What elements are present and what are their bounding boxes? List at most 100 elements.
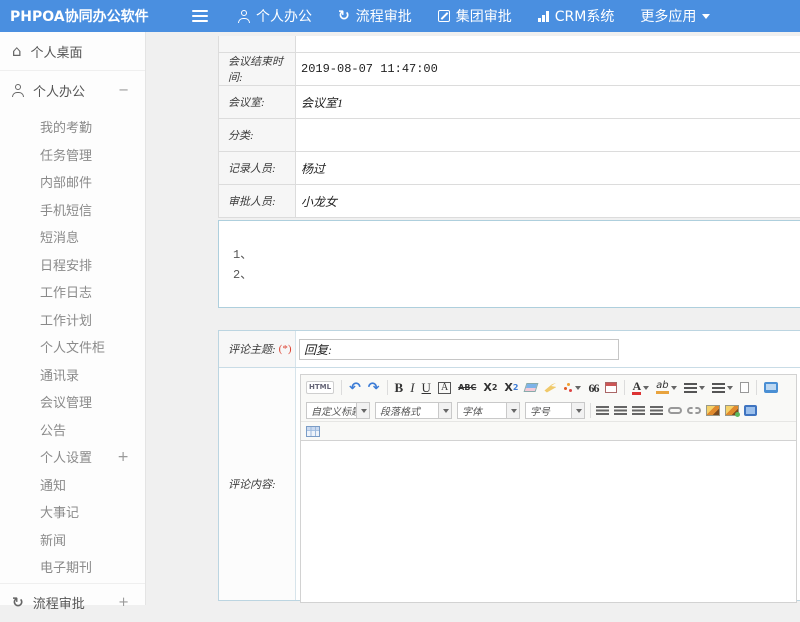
sidebar-subitem-announcement[interactable]: 公告 xyxy=(0,416,145,444)
row-value: 2019-08-07 11:47:00 xyxy=(296,53,800,85)
caret-down-icon xyxy=(671,386,677,390)
content-line: 2、 xyxy=(233,265,800,285)
insert-video-icon[interactable] xyxy=(744,405,757,416)
upload-image-icon[interactable] xyxy=(725,405,739,416)
remove-link-icon[interactable] xyxy=(687,407,701,414)
sidebar-item-label: 通知 xyxy=(40,475,66,494)
sidebar-item-label: 个人桌面 xyxy=(31,42,83,61)
sidebar-item-label: 手机短信 xyxy=(40,200,92,219)
sidebar-subitem-personal-settings[interactable]: 个人设置 + xyxy=(0,443,145,471)
row-recorder: 记录人员: 杨过 xyxy=(219,152,800,185)
sidebar-subitem-mobile-sms[interactable]: 手机短信 xyxy=(0,196,145,224)
sidebar-subitem-news[interactable]: 新闻 xyxy=(0,526,145,554)
sidebar-item-workflow-approval[interactable]: ↻ 流程审批 + xyxy=(0,584,145,622)
sub-base: X xyxy=(504,382,512,393)
sidebar-subitem-e-journal[interactable]: 电子期刊 xyxy=(0,553,145,581)
topbar: PHPOA协同办公软件 个人办公 ↻ 流程审批 集团审批 CRM系统 更多应用 xyxy=(0,0,800,32)
paragraph-format-select[interactable]: 段落格式 xyxy=(375,402,452,419)
sidebar-item-label: 工作计划 xyxy=(40,310,92,329)
meeting-content-box: 1、 2、 xyxy=(218,220,800,308)
row-value xyxy=(296,119,800,151)
sidebar-item-personal-office[interactable]: 个人办公 − xyxy=(0,71,145,109)
expand-icon[interactable]: + xyxy=(118,595,129,610)
editor-toolbar-row1: HTML ↶ ↷ B I U A ABC X2 X2 xyxy=(301,375,796,400)
menu-icon[interactable] xyxy=(192,10,208,22)
insert-image-icon[interactable] xyxy=(706,405,720,416)
font-color-icon[interactable]: A xyxy=(632,380,649,395)
auto-format-icon[interactable] xyxy=(563,383,581,393)
cycle-icon: ↻ xyxy=(338,9,350,23)
sidebar-subitem-attendance[interactable]: 我的考勤 xyxy=(0,113,145,141)
sidebar-subitem-work-plan[interactable]: 工作计划 xyxy=(0,306,145,334)
nav-group-approval[interactable]: 集团审批 xyxy=(438,6,512,26)
superscript-icon[interactable]: X2 xyxy=(483,382,497,393)
font-family-select[interactable]: 字体 xyxy=(457,402,520,419)
nav-workflow-approval[interactable]: ↻ 流程审批 xyxy=(338,6,412,26)
nav-personal-office[interactable]: 个人办公 xyxy=(238,6,312,26)
custom-title-select[interactable]: 自定义标题 xyxy=(306,402,370,419)
row-label: 会议室: xyxy=(219,86,296,118)
font-color-letter: A xyxy=(632,380,641,395)
html-source-button[interactable]: HTML xyxy=(306,381,334,394)
sidebar-subitem-file-cabinet[interactable]: 个人文件柜 xyxy=(0,333,145,361)
ordered-list-icon[interactable] xyxy=(684,383,705,393)
undo-icon[interactable]: ↶ xyxy=(349,381,361,395)
row-label: 评论主题: (*) xyxy=(219,331,296,367)
highlight-letters: ab xyxy=(656,381,668,394)
strikethrough-icon[interactable]: ABC xyxy=(458,384,476,392)
sidebar: ⌂ 个人桌面 个人办公 − 我的考勤 任务管理 内部邮件 手机短信 短消息 日程… xyxy=(0,32,146,605)
format-brush-icon[interactable] xyxy=(544,383,556,393)
select-value: 字号 xyxy=(526,403,571,418)
nav-label: 集团审批 xyxy=(456,6,512,26)
new-page-icon[interactable] xyxy=(740,382,749,393)
sidebar-subitem-work-log[interactable]: 工作日志 xyxy=(0,278,145,306)
sidebar-item-label: 工作日志 xyxy=(40,282,92,301)
sidebar-item-label: 公告 xyxy=(40,420,66,439)
font-size-select[interactable]: 字号 xyxy=(525,402,585,419)
redo-icon[interactable]: ↷ xyxy=(368,381,380,395)
sidebar-subitem-internal-mail[interactable]: 内部邮件 xyxy=(0,168,145,196)
expand-icon[interactable]: + xyxy=(117,449,129,465)
comment-subject-input[interactable] xyxy=(299,339,619,360)
insert-link-icon[interactable] xyxy=(668,407,682,414)
underline-icon[interactable]: U xyxy=(422,381,431,394)
subscript-icon[interactable]: X2 xyxy=(504,382,518,393)
nav-more-apps[interactable]: 更多应用 xyxy=(640,6,710,26)
align-center-icon[interactable] xyxy=(614,406,627,416)
date-insert-icon[interactable] xyxy=(605,382,617,393)
sidebar-subitem-big-events[interactable]: 大事记 xyxy=(0,498,145,526)
nav-crm-system[interactable]: CRM系统 xyxy=(538,6,615,26)
bold-icon[interactable]: B xyxy=(395,381,404,394)
eraser-icon[interactable] xyxy=(525,383,537,392)
nav-label: 更多应用 xyxy=(640,6,696,26)
align-left-icon[interactable] xyxy=(596,406,609,416)
bar-chart-icon xyxy=(538,11,549,22)
sidebar-item-label: 流程审批 xyxy=(33,593,85,612)
sidebar-subitem-short-message[interactable]: 短消息 xyxy=(0,223,145,251)
row-label xyxy=(219,36,296,52)
italic-icon[interactable]: I xyxy=(410,381,414,394)
fullscreen-icon[interactable] xyxy=(764,382,778,393)
sidebar-item-personal-desktop[interactable]: ⌂ 个人桌面 xyxy=(0,32,145,70)
editor-content-area[interactable] xyxy=(301,440,796,602)
sidebar-subitem-schedule[interactable]: 日程安排 xyxy=(0,251,145,279)
row-category: 分类: xyxy=(219,119,800,152)
align-justify-icon[interactable] xyxy=(650,406,663,416)
sidebar-subitem-contacts[interactable]: 通讯录 xyxy=(0,361,145,389)
blockquote-icon[interactable]: 66 xyxy=(588,382,598,394)
meeting-info-table: 会议结束时间: 2019-08-07 11:47:00 会议室: 会议室1 分类… xyxy=(218,36,800,218)
toolbar-divider xyxy=(341,380,342,395)
align-right-icon[interactable] xyxy=(632,406,645,416)
sidebar-subitem-meeting-management[interactable]: 会议管理 xyxy=(0,388,145,416)
highlight-color-icon[interactable]: ab xyxy=(656,381,676,394)
main-content: 会议结束时间: 2019-08-07 11:47:00 会议室: 会议室1 分类… xyxy=(147,32,800,605)
nav-label: 个人办公 xyxy=(256,6,312,26)
sidebar-item-label: 日程安排 xyxy=(40,255,92,274)
font-border-icon[interactable]: A xyxy=(438,382,451,394)
insert-table-icon[interactable] xyxy=(306,426,320,437)
sidebar-subitem-notice[interactable]: 通知 xyxy=(0,471,145,499)
toolbar-divider xyxy=(387,380,388,395)
collapse-icon[interactable]: − xyxy=(118,83,129,98)
sidebar-subitem-task-management[interactable]: 任务管理 xyxy=(0,141,145,169)
unordered-list-icon[interactable] xyxy=(712,383,733,393)
